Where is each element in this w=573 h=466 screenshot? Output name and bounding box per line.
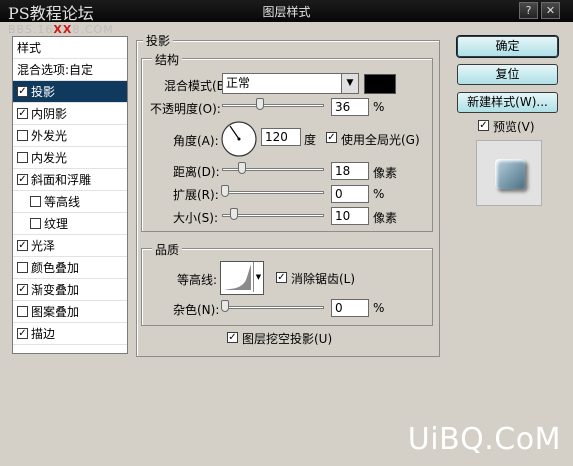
inner-shadow-checkbox[interactable]: ✓ — [17, 108, 28, 119]
texture-checkbox[interactable] — [30, 218, 41, 229]
reset-button[interactable]: 复位 — [457, 64, 558, 85]
angle-unit: 度 — [304, 133, 317, 147]
knockout-checkbox[interactable]: ✓ — [227, 332, 238, 343]
style-item-inner-shadow[interactable]: ✓ 内阴影 — [13, 103, 127, 125]
style-item-inner-glow[interactable]: 内发光 — [13, 147, 127, 169]
style-item-bevel-emboss[interactable]: ✓ 斜面和浮雕 — [13, 169, 127, 191]
drop-shadow-checkbox[interactable]: ✓ — [17, 86, 28, 97]
pattern-overlay-checkbox[interactable] — [17, 306, 28, 317]
size-unit: 像素 — [373, 211, 398, 225]
distance-label: 距离(D): — [173, 165, 220, 179]
chevron-down-icon: ▼ — [253, 262, 263, 292]
opacity-label: 不透明度(O): — [150, 102, 221, 116]
style-item-pattern-overlay[interactable]: 图案叠加 — [13, 301, 127, 323]
angle-dial[interactable] — [220, 120, 258, 158]
antialias-checkbox[interactable]: ✓ — [276, 272, 287, 283]
shadow-color-swatch[interactable] — [364, 74, 396, 94]
window-title: 图层样式 — [262, 5, 311, 19]
style-item-satin[interactable]: ✓ 光泽 — [13, 235, 127, 257]
contour-curve-icon — [224, 264, 251, 290]
spread-slider-thumb[interactable] — [221, 185, 229, 197]
spread-input[interactable]: 0 — [331, 185, 369, 203]
style-item-stroke[interactable]: ✓ 描边 — [13, 323, 127, 345]
style-item-texture[interactable]: 纹理 — [13, 213, 127, 235]
style-item-gradient-overlay[interactable]: ✓ 渐变叠加 — [13, 279, 127, 301]
size-input[interactable]: 10 — [331, 207, 369, 225]
blend-mode-select[interactable]: 正常 ▼ — [222, 73, 359, 94]
knockout-label: 图层挖空投影(U) — [242, 332, 333, 346]
chevron-down-icon: ▼ — [341, 74, 358, 93]
noise-slider-track[interactable] — [222, 306, 324, 309]
title-bar[interactable]: PS教程论坛 图层样式 ? ✕ — [0, 0, 573, 23]
drop-shadow-title: 投影 — [143, 32, 174, 49]
bevel-emboss-checkbox[interactable]: ✓ — [17, 174, 28, 185]
satin-checkbox[interactable]: ✓ — [17, 240, 28, 251]
style-item-drop-shadow[interactable]: ✓ 投影 — [13, 81, 127, 103]
contour-checkbox[interactable] — [30, 196, 41, 207]
style-preview-thumbnail — [476, 140, 542, 206]
opacity-slider-track[interactable] — [222, 104, 324, 107]
spread-label: 扩展(R): — [173, 188, 219, 202]
new-style-button[interactable]: 新建样式(W)... — [457, 92, 558, 113]
noise-slider-thumb[interactable] — [221, 300, 229, 312]
angle-input[interactable]: 120 — [261, 128, 301, 146]
style-list: 样式 混合选项:自定 ✓ 投影 ✓ 内阴影 外发光 内发光 ✓ 斜面和浮雕 等高线 纹… — [12, 36, 128, 354]
color-overlay-checkbox[interactable] — [17, 262, 28, 273]
style-item-contour[interactable]: 等高线 — [13, 191, 127, 213]
opacity-slider-thumb[interactable] — [256, 98, 264, 110]
style-item-color-overlay[interactable]: 颜色叠加 — [13, 257, 127, 279]
size-label: 大小(S): — [173, 211, 219, 225]
help-button[interactable]: ? — [519, 2, 538, 19]
contour-label: 等高线: — [177, 273, 218, 287]
distance-unit: 像素 — [373, 166, 398, 180]
global-light-label: 使用全局光(G) — [341, 133, 420, 147]
noise-label: 杂色(N): — [173, 303, 220, 317]
spread-unit: % — [373, 187, 385, 201]
gradient-overlay-checkbox[interactable]: ✓ — [17, 284, 28, 295]
question-mark-icon: ? — [525, 4, 532, 17]
noise-input[interactable]: 0 — [331, 299, 369, 317]
size-slider-thumb[interactable] — [230, 208, 238, 220]
distance-input[interactable]: 18 — [331, 162, 369, 180]
global-light-checkbox[interactable]: ✓ — [326, 132, 337, 143]
stroke-checkbox[interactable]: ✓ — [17, 328, 28, 339]
outer-glow-checkbox[interactable] — [17, 130, 28, 141]
preview-label: 预览(V) — [493, 120, 535, 134]
antialias-label: 消除锯齿(L) — [291, 272, 356, 286]
noise-unit: % — [373, 301, 385, 315]
watermark-url: BBS.16XX8.COM — [8, 23, 114, 36]
close-icon: ✕ — [545, 4, 556, 17]
ok-button[interactable]: 确定 — [457, 36, 558, 57]
style-list-header[interactable]: 样式 — [13, 37, 127, 59]
style-item-blend-options[interactable]: 混合选项:自定 — [13, 59, 127, 81]
preview-checkbox[interactable]: ✓ — [478, 120, 489, 131]
distance-slider-thumb[interactable] — [238, 162, 246, 174]
brand-watermark: UiBQ.CoM — [407, 422, 561, 457]
structure-title: 结构 — [152, 51, 183, 68]
opacity-input[interactable]: 36 — [331, 98, 369, 116]
angle-label: 角度(A): — [173, 134, 219, 148]
style-item-outer-glow[interactable]: 外发光 — [13, 125, 127, 147]
close-button[interactable]: ✕ — [541, 2, 560, 19]
inner-glow-checkbox[interactable] — [17, 152, 28, 163]
contour-picker[interactable]: ▼ — [220, 261, 264, 295]
opacity-unit: % — [373, 100, 385, 114]
quality-title: 品质 — [152, 241, 183, 258]
spread-slider-track[interactable] — [222, 191, 324, 194]
